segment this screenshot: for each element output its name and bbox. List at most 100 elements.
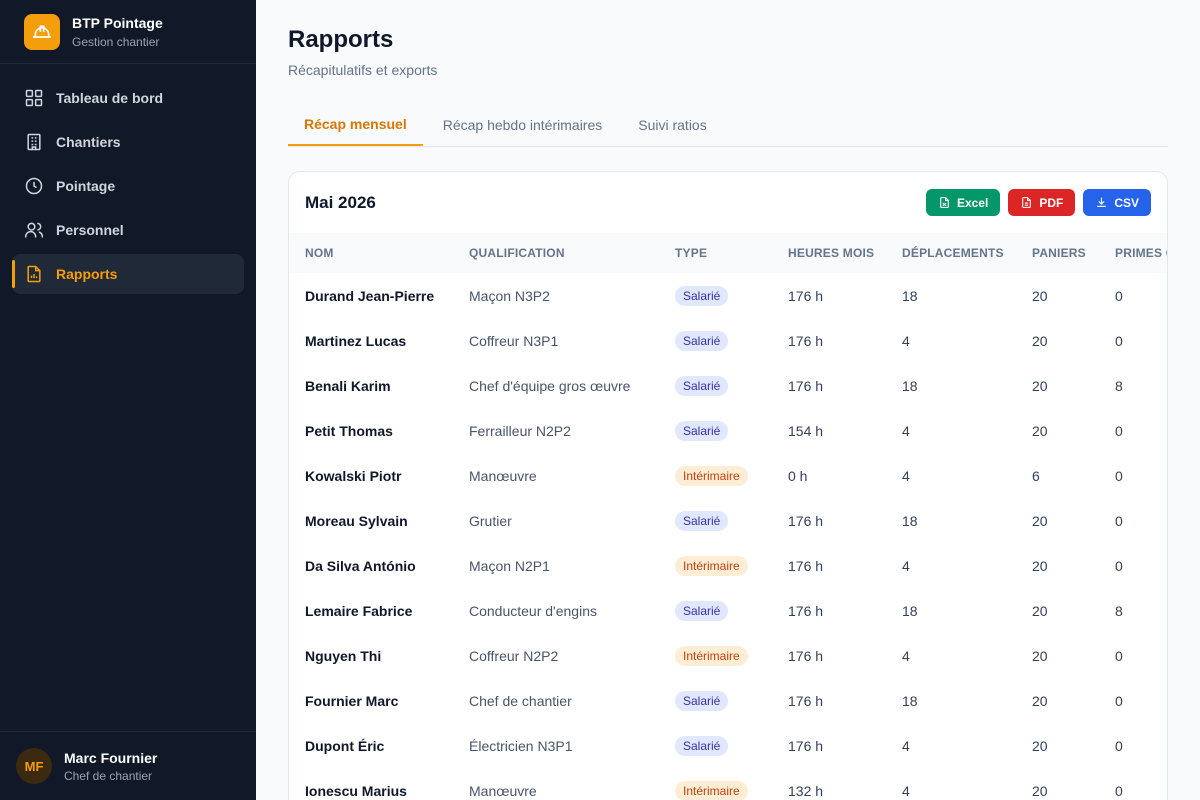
table-row[interactable]: Fournier Marc Chef de chantier Salarié 176 … xyxy=(289,678,1167,723)
cell-deplacements: 4 xyxy=(902,557,910,574)
cell-type: Salarié xyxy=(675,273,788,318)
table-row[interactable]: Nguyen Thi Coffreur N2P2 Intérimaire 176 h 4… xyxy=(289,633,1167,678)
column-header-paniers[interactable]: Paniers xyxy=(1032,233,1115,273)
type-badge: Salarié xyxy=(675,735,729,756)
cell-qualification: Conducteur d'engins xyxy=(469,602,597,619)
cell-nom: Petit Thomas xyxy=(305,422,393,439)
page-subtitle: Récapitulatifs et exports xyxy=(288,62,438,78)
table-row[interactable]: Da Silva António Maçon N2P1 Intérimaire 176… xyxy=(289,543,1167,588)
avatar: MF xyxy=(16,748,52,784)
type-badge: Salarié xyxy=(675,600,729,621)
cell-qualification: Ferrailleur N2P2 xyxy=(469,422,571,439)
column-header-deplacements[interactable]: Déplacements xyxy=(902,233,1032,273)
cell-paniers: 20 xyxy=(1032,422,1048,439)
cell-nom: Nguyen Thi xyxy=(305,647,382,664)
table-row[interactable]: Moreau Sylvain Grutier Salarié 176 h 18 20 0 xyxy=(289,498,1167,543)
cell-heures-mois: 176 h xyxy=(788,692,824,709)
cell-primes: 0 xyxy=(1115,692,1123,709)
sidebar-item-rapports[interactable]: Rapports xyxy=(12,254,244,294)
cell-qualification: Électricien N3P1 xyxy=(469,737,573,754)
cell-deplacements: 4 xyxy=(902,647,910,664)
column-header-heures-mois[interactable]: Heures mois xyxy=(788,233,902,273)
table-row[interactable]: Lemaire Fabrice Conducteur d'engins Salari… xyxy=(289,588,1167,633)
export-excel-label: Excel xyxy=(956,195,989,210)
table-row[interactable]: Martinez Lucas Coffreur N3P1 Salarié 176 h 4… xyxy=(289,318,1167,363)
column-header-qualification[interactable]: Qualification xyxy=(469,233,675,273)
table-row[interactable]: Benali Karim Chef d'équipe gros œuvre Sala… xyxy=(289,363,1167,408)
type-badge: Intérimaire xyxy=(675,465,748,486)
table-row[interactable]: Dupont Éric Électricien N3P1 Salarié 176 h 4… xyxy=(289,723,1167,768)
cell-primes: 0 xyxy=(1115,512,1123,529)
cell-primes: 8 xyxy=(1115,377,1123,394)
cell-type: Salarié xyxy=(675,408,788,453)
table-row[interactable]: Ionescu Marius Manœuvre Intérimaire 132 h 4 2… xyxy=(289,768,1167,800)
cell-nom: Lemaire Fabrice xyxy=(305,602,413,619)
table-row[interactable]: Kowalski Piotr Manœuvre Intérimaire 0 h 4 6 0 xyxy=(289,453,1167,498)
export-excel-button[interactable]: Excel xyxy=(925,189,1001,216)
table-body: Durand Jean-Pierre Maçon N3P2 Salarié 176 h… xyxy=(289,273,1167,800)
cell-deplacements: 4 xyxy=(902,782,910,799)
type-badge: Salarié xyxy=(675,510,729,531)
user-name: Marc Fournier xyxy=(64,749,158,766)
cell-qualification: Grutier xyxy=(469,512,512,529)
cell-type: Intérimaire xyxy=(675,768,788,800)
cell-paniers: 20 xyxy=(1032,287,1048,304)
cell-type: Salarié xyxy=(675,498,788,543)
cell-qualification: Maçon N2P1 xyxy=(469,557,550,574)
cell-qualification: Coffreur N2P2 xyxy=(469,647,559,664)
cell-type: Salarié xyxy=(675,318,788,363)
sidebar-item-label: Pointage xyxy=(56,178,116,194)
tab-recap-hebdo-interimaires[interactable]: Récap hebdo intérimaires xyxy=(427,104,619,146)
sidebar-item-chantiers[interactable]: Chantiers xyxy=(12,122,244,162)
sidebar-item-label: Chantiers xyxy=(56,134,121,150)
table-row[interactable]: Durand Jean-Pierre Maçon N3P2 Salarié 176 h… xyxy=(289,273,1167,318)
column-header-type[interactable]: Type xyxy=(675,233,788,273)
tab-recap-mensuel[interactable]: Récap mensuel xyxy=(288,104,423,146)
cell-paniers: 20 xyxy=(1032,737,1048,754)
cell-qualification: Manœuvre xyxy=(469,782,537,799)
cell-primes: 8 xyxy=(1115,602,1123,619)
cell-heures-mois: 132 h xyxy=(788,782,824,799)
table-row[interactable]: Petit Thomas Ferrailleur N2P2 Salarié 154 h… xyxy=(289,408,1167,453)
main-content: Rapports Récapitulatifs et exports Récap… xyxy=(256,0,1200,800)
cell-paniers: 20 xyxy=(1032,512,1048,529)
cell-nom: Benali Karim xyxy=(305,377,391,394)
type-badge: Intérimaire xyxy=(675,555,748,576)
cell-paniers: 20 xyxy=(1032,377,1048,394)
sidebar-item-pointage[interactable]: Pointage xyxy=(12,166,244,206)
users-icon xyxy=(24,220,44,240)
type-badge: Salarié xyxy=(675,330,729,351)
column-header-nom[interactable]: Nom xyxy=(289,233,469,273)
card-title: Mai 2026 xyxy=(305,192,376,212)
cell-primes: 0 xyxy=(1115,557,1123,574)
cell-deplacements: 4 xyxy=(902,737,910,754)
clock-icon xyxy=(24,176,44,196)
export-pdf-button[interactable]: PDF xyxy=(1008,189,1076,216)
cell-nom: Da Silva António xyxy=(305,557,416,574)
cell-paniers: 20 xyxy=(1032,692,1048,709)
cell-paniers: 20 xyxy=(1032,647,1048,664)
tab-suivi-ratios[interactable]: Suivi ratios xyxy=(622,104,722,146)
building-icon xyxy=(24,132,44,152)
cell-deplacements: 4 xyxy=(902,332,910,349)
sidebar-item-label: Personnel xyxy=(56,222,124,238)
user-profile[interactable]: MF Marc Fournier Chef de chantier xyxy=(0,731,256,800)
hard-hat-icon xyxy=(24,13,60,50)
cell-type: Intérimaire xyxy=(675,543,788,588)
brand: BTP Pointage Gestion chantier xyxy=(0,0,256,64)
user-role: Chef de chantier xyxy=(64,768,153,783)
export-csv-button[interactable]: CSV xyxy=(1083,189,1151,216)
type-badge: Salarié xyxy=(675,285,729,306)
sidebar-item-personnel[interactable]: Personnel xyxy=(12,210,244,250)
cell-type: Salarié xyxy=(675,363,788,408)
cell-paniers: 20 xyxy=(1032,602,1048,619)
type-badge: Intérimaire xyxy=(675,780,748,800)
cell-heures-mois: 0 h xyxy=(788,467,808,484)
cell-type: Salarié xyxy=(675,723,788,768)
cell-nom: Ionescu Marius xyxy=(305,782,407,799)
sidebar-item-tableau-de-bord[interactable]: Tableau de bord xyxy=(12,78,244,118)
cell-deplacements: 4 xyxy=(902,467,910,484)
cell-qualification: Chef d'équipe gros œuvre xyxy=(469,377,631,394)
column-header-primes[interactable]: Primes c xyxy=(1115,233,1167,273)
type-badge: Salarié xyxy=(675,690,729,711)
